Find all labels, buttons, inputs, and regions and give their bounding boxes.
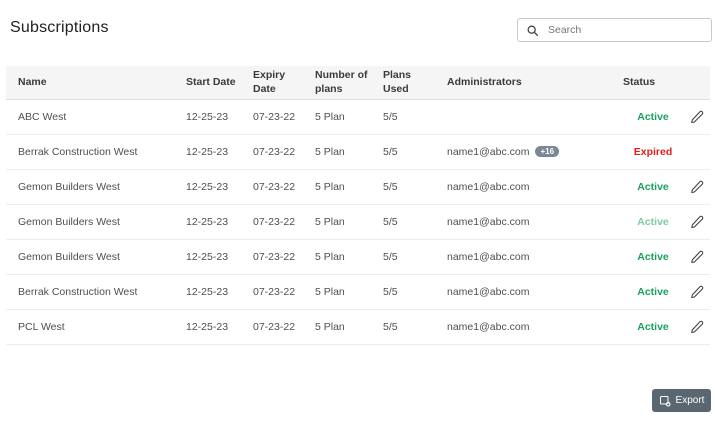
column-header-status: Status [623,75,656,88]
table-row: Gemon Builders West 12-25-23 07-23-22 5 … [6,170,710,205]
cell-administrators: name1@abc.com [447,321,623,333]
search-icon [527,25,539,36]
table-row: Gemon Builders West 12-25-23 07-23-22 5 … [6,240,710,275]
pencil-icon [690,250,703,264]
status-badge: Active [637,321,669,333]
cell-administrators: name1@abc.com [447,216,623,228]
export-button[interactable]: Export [652,389,711,412]
cell-plans-used: 5/5 [383,146,398,158]
search-box[interactable] [517,18,712,42]
table-row: ABC West 12-25-23 07-23-22 5 Plan 5/5 Ac… [6,100,710,135]
cell-plans-used: 5/5 [383,216,398,228]
cell-start-date: 12-25-23 [186,321,229,333]
table-body: ABC West 12-25-23 07-23-22 5 Plan 5/5 Ac… [6,100,710,345]
admin-email: name1@abc.com [447,216,530,228]
edit-button[interactable] [688,213,706,231]
edit-button[interactable] [688,318,706,336]
table-row: Gemon Builders West 12-25-23 07-23-22 5 … [6,205,710,240]
cell-start-date: 12-25-23 [186,216,229,228]
cell-actions [683,318,710,336]
cell-expiry-date: 07-23-22 [253,111,296,123]
cell-expiry-date: 07-23-22 [253,216,296,228]
admin-email: name1@abc.com [447,181,530,193]
table-row: Berrak Construction West 12-25-23 07-23-… [6,135,710,170]
edit-button[interactable] [688,248,706,266]
cell-administrators: name1@abc.com [447,286,623,298]
column-header-start-date: Start Date [186,75,236,88]
cell-actions [683,178,710,196]
column-header-plans-used: Plans Used [383,69,412,95]
cell-expiry-date: 07-23-22 [253,286,296,298]
status-badge: Active [637,286,669,298]
table-row: Berrak Construction West 12-25-23 07-23-… [6,275,710,310]
pencil-icon [690,285,703,299]
admin-count-badge[interactable]: +16 [535,146,560,157]
cell-name: PCL West [18,321,65,333]
cell-name: Gemon Builders West [18,181,120,193]
cell-start-date: 12-25-23 [186,251,229,263]
edit-button[interactable] [688,178,706,196]
cell-actions [683,283,710,301]
cell-plans-used: 5/5 [383,321,398,333]
column-header-name: Name [18,75,47,88]
pencil-icon [690,180,703,194]
cell-number-of-plans: 5 Plan [315,111,345,123]
admin-email: name1@abc.com [447,286,530,298]
cell-plans-used: 5/5 [383,111,398,123]
status-badge: Active [637,181,669,193]
pencil-icon [690,215,703,229]
export-icon [659,395,671,406]
admin-email: name1@abc.com [447,251,530,263]
table-row: PCL West 12-25-23 07-23-22 5 Plan 5/5 na… [6,310,710,345]
subscriptions-table: Name Start Date Expiry Date Number of pl… [6,66,710,345]
cell-actions [683,248,710,266]
cell-number-of-plans: 5 Plan [315,321,345,333]
cell-plans-used: 5/5 [383,181,398,193]
admin-email: name1@abc.com [447,146,530,158]
table-header-row: Name Start Date Expiry Date Number of pl… [6,66,710,100]
cell-name: ABC West [18,111,67,123]
cell-expiry-date: 07-23-22 [253,321,296,333]
admin-email: name1@abc.com [447,321,530,333]
cell-name: Gemon Builders West [18,251,120,263]
cell-name: Berrak Construction West [18,286,138,298]
cell-start-date: 12-25-23 [186,146,229,158]
search-input[interactable] [548,24,703,36]
cell-administrators: name1@abc.com [447,251,623,263]
cell-start-date: 12-25-23 [186,181,229,193]
pencil-icon [690,110,703,124]
column-header-administrators: Administrators [447,75,522,88]
cell-number-of-plans: 5 Plan [315,181,345,193]
page-title: Subscriptions [10,19,109,36]
cell-number-of-plans: 5 Plan [315,146,345,158]
column-header-number-of-plans: Number of plans [315,69,368,95]
cell-number-of-plans: 5 Plan [315,216,345,228]
export-button-label: Export [675,395,705,406]
pencil-icon [690,320,703,334]
cell-actions [683,213,710,231]
status-badge: Active [637,111,669,123]
status-badge: Active [637,216,669,228]
cell-name: Berrak Construction West [18,146,138,158]
cell-expiry-date: 07-23-22 [253,251,296,263]
cell-actions [683,108,710,126]
subscriptions-page: Subscriptions Name Start Date Expiry Dat… [0,0,715,421]
cell-plans-used: 5/5 [383,286,398,298]
cell-number-of-plans: 5 Plan [315,286,345,298]
cell-start-date: 12-25-23 [186,111,229,123]
cell-administrators: name1@abc.com +16 [447,146,623,158]
column-header-expiry-date: Expiry Date [253,69,286,95]
status-badge: Active [637,251,669,263]
cell-administrators: name1@abc.com [447,181,623,193]
edit-button[interactable] [688,283,706,301]
cell-start-date: 12-25-23 [186,286,229,298]
edit-button[interactable] [688,108,706,126]
status-badge: Expired [633,146,673,158]
cell-expiry-date: 07-23-22 [253,181,296,193]
cell-number-of-plans: 5 Plan [315,251,345,263]
cell-name: Gemon Builders West [18,216,120,228]
cell-expiry-date: 07-23-22 [253,146,296,158]
cell-plans-used: 5/5 [383,251,398,263]
